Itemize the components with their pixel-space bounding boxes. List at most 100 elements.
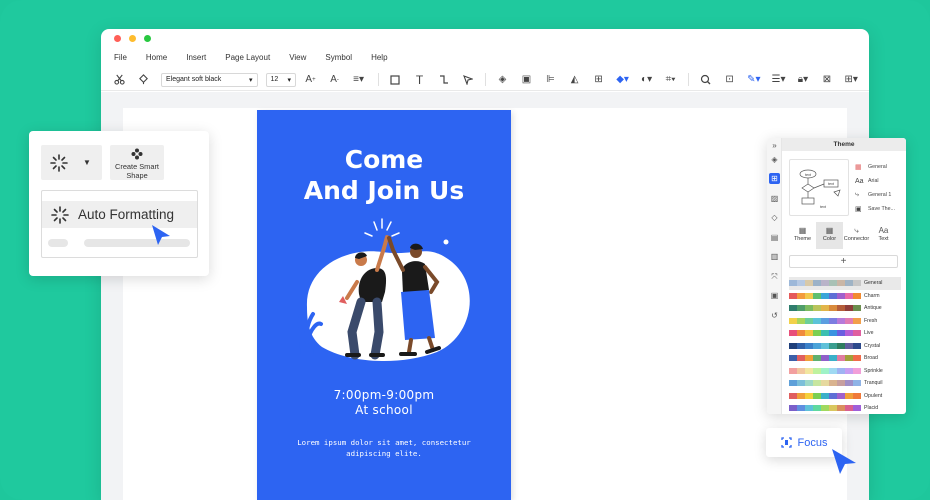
fill-icon[interactable]: ◈ (769, 154, 780, 165)
auto-formatting-button[interactable]: Auto Formatting (42, 201, 197, 228)
align-icon[interactable]: ≡▾ (352, 73, 365, 87)
decrease-font-icon[interactable]: A- (328, 73, 341, 87)
toolbar-divider (378, 73, 379, 86)
menu-file[interactable]: File (114, 53, 127, 62)
theme-preview[interactable]: text text text (789, 159, 849, 216)
palette-row[interactable]: Opulent (789, 390, 901, 403)
data-icon[interactable]: ▥ (769, 251, 780, 262)
line-color-icon[interactable]: ◐▾ (640, 73, 653, 87)
palette-row[interactable]: Charm (789, 290, 901, 303)
layers-icon[interactable]: ◈ (496, 73, 509, 87)
palette-row[interactable]: Broad (789, 352, 901, 365)
flip-icon[interactable]: ◭ (568, 73, 581, 87)
palette-name: Antique (864, 305, 882, 312)
poster-title-line1: Come (344, 145, 424, 174)
palette-row[interactable]: General (789, 277, 901, 290)
color-swatch (853, 392, 861, 399)
menu-view[interactable]: View (289, 53, 306, 62)
highlight-icon[interactable]: ✎▾ (747, 73, 760, 87)
color-swatch (845, 305, 853, 312)
color-swatch (821, 405, 829, 412)
poster-lorem-line1: Lorem ipsum dolor sit amet, consectetur (297, 438, 471, 447)
cut-icon[interactable] (113, 73, 126, 87)
text-icon[interactable]: T (413, 73, 426, 87)
font-size-select[interactable]: 12 ▾ (265, 72, 296, 87)
layers-icon[interactable]: ◇ (769, 212, 780, 223)
theme-option-save[interactable]: ▣ Save The... (855, 202, 903, 216)
collapse-icon[interactable]: » (769, 140, 780, 151)
palette-name: Sprinkle (864, 367, 883, 374)
pointer-icon[interactable] (461, 73, 474, 87)
tab-text[interactable]: Aa Text (870, 222, 897, 249)
image-icon[interactable]: ▨ (769, 193, 780, 204)
palette-list: General Charm Antique Fresh Live Crystal Broad… (789, 277, 901, 414)
rectangle-icon[interactable] (389, 73, 402, 87)
more-tools-icon[interactable]: ⊞▾ (845, 73, 858, 87)
palette-row[interactable]: Live (789, 327, 901, 340)
maximize-window-button[interactable] (144, 35, 151, 42)
page-icon[interactable]: ▤ (769, 232, 780, 243)
increase-font-icon[interactable]: A + (304, 73, 317, 87)
lock-icon[interactable]: 🔒︎▾ (796, 73, 809, 87)
color-swatch (853, 355, 861, 362)
sparkle-loader-icon (51, 205, 69, 224)
tab-color[interactable]: ▦ Color (816, 222, 843, 249)
theme-icon[interactable]: ⊞ (769, 173, 780, 184)
minimize-window-button[interactable] (129, 35, 136, 42)
smart-shape-dropdown[interactable]: ▼ (41, 145, 102, 180)
history-icon[interactable]: ↺ (769, 310, 780, 321)
distribute-icon[interactable]: ⊞ (592, 73, 605, 87)
tab-connector[interactable]: ⤷ Connector (843, 222, 870, 249)
color-swatch (813, 292, 821, 299)
find-replace-icon[interactable]: ⊡ (723, 73, 736, 87)
theme-option-general[interactable]: ▦ General (855, 160, 903, 174)
crop-icon[interactable]: ⌗▾ (664, 73, 677, 87)
menu-home[interactable]: Home (146, 53, 167, 62)
palette-row[interactable]: Tranquil (789, 377, 901, 390)
palette-row[interactable]: Fresh (789, 315, 901, 328)
color-swatch (853, 380, 861, 387)
theme-option-font[interactable]: Aa Arial (855, 174, 903, 188)
menu-page-layout[interactable]: Page Layout (225, 53, 270, 62)
color-swatch (805, 355, 813, 362)
menu-help[interactable]: Help (371, 53, 387, 62)
menu-insert[interactable]: Insert (186, 53, 206, 62)
palette-row[interactable]: Sprinkle (789, 365, 901, 378)
color-icon: ▦ (825, 226, 834, 235)
font-size-value: 12 (270, 76, 279, 83)
tab-theme[interactable]: ▦ Theme (789, 222, 816, 249)
connector-icon: ⤷ (854, 226, 859, 235)
color-swatch (837, 280, 845, 287)
connector-icon[interactable] (437, 73, 450, 87)
palette-row[interactable]: Placid (789, 402, 901, 414)
color-swatch (829, 280, 837, 287)
font-family-select[interactable]: Elegant soft black ▾ (161, 72, 258, 87)
create-smart-shape-button[interactable]: Create Smart Shape (110, 145, 164, 180)
poster[interactable]: Come And Join Us 7:00pm-9:00pm At school… (257, 110, 511, 500)
format-painter-icon[interactable] (137, 73, 150, 87)
close-box-icon[interactable]: ⊠ (820, 73, 833, 87)
search-icon[interactable] (699, 73, 712, 87)
fill-color-icon[interactable]: ◆▾ (616, 73, 629, 87)
presentation-icon[interactable]: ▣ (769, 290, 780, 301)
palette-row[interactable]: Crystal (789, 340, 901, 353)
auto-formatting-panel: Auto Formatting (41, 190, 198, 258)
close-window-button[interactable] (114, 35, 121, 42)
menu-symbol[interactable]: Symbol (325, 53, 352, 62)
color-swatch (789, 355, 797, 362)
preview-text: text (820, 205, 826, 209)
color-swatch (805, 405, 813, 412)
color-swatch (797, 342, 805, 349)
align-left-icon[interactable]: ⊫ (544, 73, 557, 87)
menu-bar: File Home Insert Page Layout View Symbol… (101, 49, 869, 66)
palette-row[interactable]: Antique (789, 302, 901, 315)
group-icon[interactable]: ▣ (520, 73, 533, 87)
color-swatch (813, 280, 821, 287)
color-swatch (805, 330, 813, 337)
add-color-theme-button[interactable]: + (789, 255, 898, 268)
theme-option-connector[interactable]: ⤷ General 1 (855, 188, 903, 202)
fit-icon[interactable]: ⤧ (769, 271, 780, 282)
line-style-icon[interactable]: ☰▾ (771, 73, 785, 87)
color-swatch (813, 305, 821, 312)
color-swatch (797, 317, 805, 324)
